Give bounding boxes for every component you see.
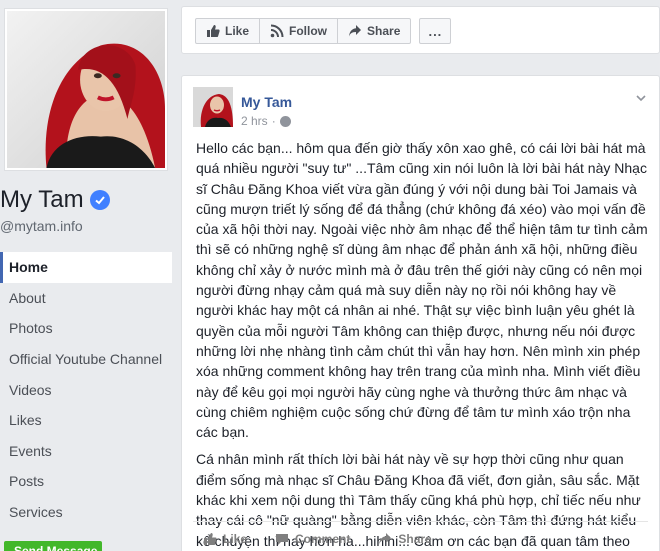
post-body: Hello các bạn... hôm qua đến giờ thấy xô… (196, 138, 650, 551)
share-page-button[interactable]: Share (338, 18, 412, 44)
post-author-avatar[interactable] (193, 87, 233, 127)
nav-item-about[interactable]: About (0, 283, 172, 314)
nav-item-photos[interactable]: Photos (0, 313, 172, 344)
nav-item-home[interactable]: Home (0, 252, 172, 283)
page-nav: Home About Photos Official Youtube Chann… (0, 252, 172, 527)
post-meta: 2 hrs · (241, 114, 291, 128)
page-action-buttons: Like Follow Share ... (195, 18, 452, 44)
profile-picture[interactable] (4, 8, 168, 171)
post-like-label: Like (223, 532, 248, 546)
post-actions: Like Comment Share (193, 521, 648, 551)
nav-item-events[interactable]: Events (0, 436, 172, 467)
globe-icon (279, 115, 291, 127)
share-page-label: Share (367, 24, 401, 38)
thumbs-up-icon (207, 25, 220, 37)
post-comment-label: Comment (295, 532, 351, 546)
follow-button[interactable]: Follow (260, 18, 339, 44)
like-page-button[interactable]: Like (195, 18, 261, 44)
left-column: My Tam @mytam.info Home About Photos Off… (0, 0, 172, 551)
separator-dot: · (271, 114, 276, 128)
nav-item-likes[interactable]: Likes (0, 405, 172, 436)
post-paragraph-1: Hello các bạn... hôm qua đến giờ thấy xô… (196, 140, 648, 441)
page-name[interactable]: My Tam (0, 186, 110, 214)
page-name-text[interactable]: My Tam (0, 186, 84, 214)
post-share-button[interactable]: Share (378, 532, 432, 546)
post-like-button[interactable]: Like (203, 532, 247, 546)
post-share-label: Share (398, 532, 432, 546)
comment-bubble-icon (276, 534, 289, 545)
nav-item-services[interactable]: Services (0, 497, 172, 528)
page-actions-card: Like Follow Share ... (181, 6, 660, 54)
rss-icon (270, 24, 284, 38)
share-arrow-icon (379, 533, 392, 545)
page-handle: @mytam.info (0, 218, 83, 234)
send-message-button[interactable]: Send Message (4, 541, 102, 551)
nav-item-youtube-channel[interactable]: Official Youtube Channel (0, 344, 172, 375)
post-timestamp[interactable]: 2 hrs (241, 114, 268, 128)
more-options-button[interactable]: ... (419, 18, 452, 44)
follow-label: Follow (289, 24, 328, 38)
share-arrow-icon (349, 25, 362, 37)
like-page-label: Like (225, 24, 250, 38)
post-comment-button[interactable]: Comment (275, 532, 350, 546)
thumbs-up-icon (204, 533, 217, 545)
post-card: My Tam 2 hrs · Hello các bạn... hôm qua … (181, 75, 660, 551)
chevron-down-icon[interactable] (635, 92, 647, 104)
nav-item-videos[interactable]: Videos (0, 374, 172, 405)
verified-badge-icon (89, 190, 110, 210)
post-author-name[interactable]: My Tam (241, 94, 292, 110)
nav-item-posts[interactable]: Posts (0, 466, 172, 497)
